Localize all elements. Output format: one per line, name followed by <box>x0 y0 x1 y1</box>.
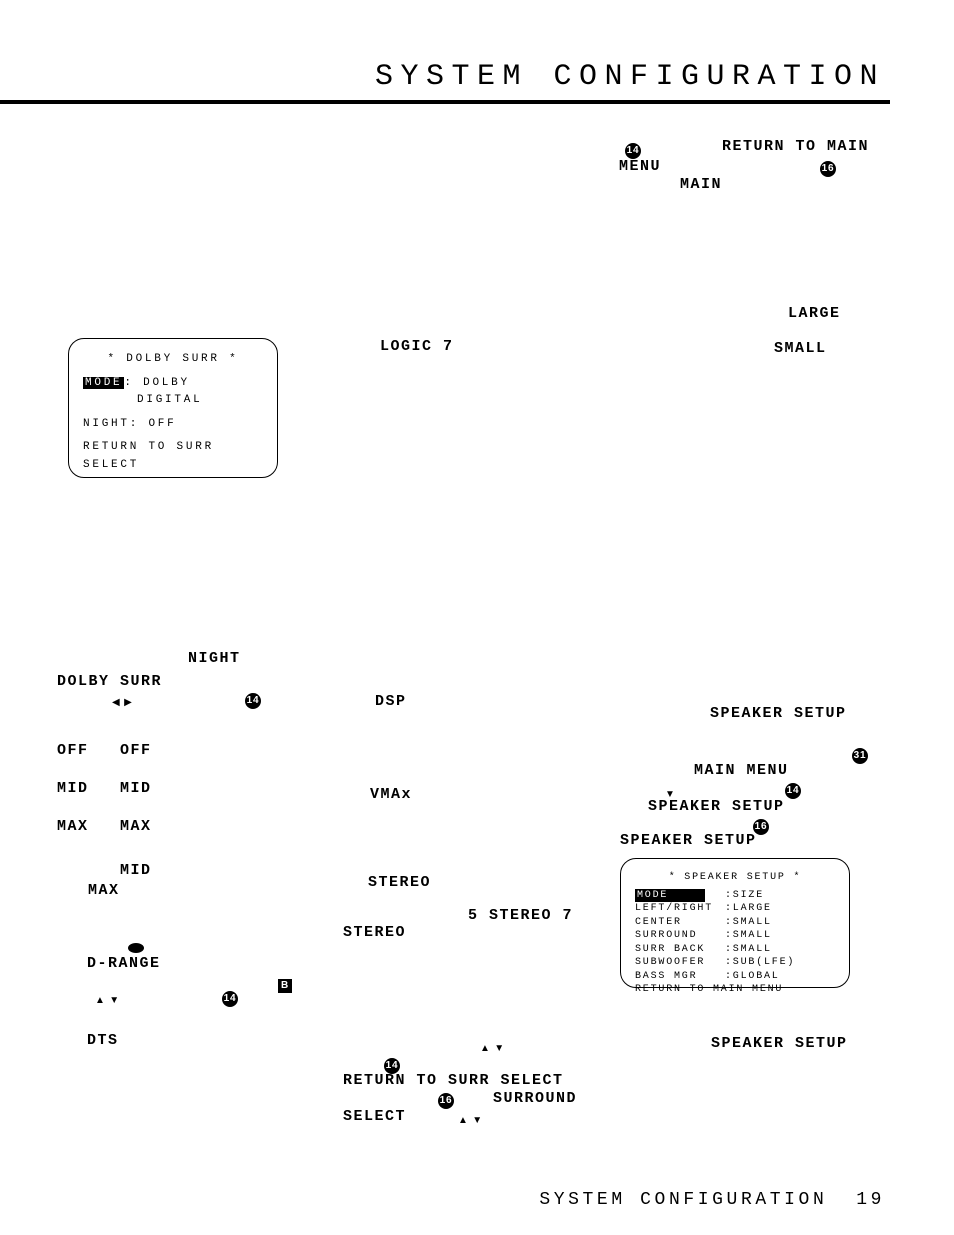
osd2-sub-val: :SUB(LFE) <box>725 957 795 968</box>
up-down-arrows3-icon: ▲ ▼ <box>458 1110 483 1128</box>
night-label: NIGHT <box>188 650 241 667</box>
speaker-setup1-label: SPEAKER SETUP <box>710 705 847 722</box>
drange-label: D-RANGE <box>87 955 161 972</box>
up-down-arrows2-icon: ▲ ▼ <box>480 1038 505 1056</box>
osd2-lr-val: :LARGE <box>725 903 772 914</box>
stereo2-label: STEREO <box>343 924 406 941</box>
select-label: SELECT <box>343 1108 406 1125</box>
max2-label: MAX <box>120 818 152 835</box>
osd2-mode-label: MODE <box>635 889 705 903</box>
page-title: SYSTEM CONFIGURATION <box>0 60 885 94</box>
ref-31-icon: 31 <box>852 748 868 764</box>
menu-label: MENU <box>619 158 661 175</box>
mid3-label: MID <box>120 862 152 879</box>
ref-14-icon: 14 <box>625 143 641 159</box>
horizontal-rule <box>0 100 890 104</box>
page-footer: SYSTEM CONFIGURATION 19 <box>0 1190 885 1210</box>
speaker-setup2-label: SPEAKER SETUP <box>648 798 785 815</box>
osd1-night: NIGHT: OFF <box>83 416 263 434</box>
ref-14b-icon: 14 <box>222 991 238 1007</box>
osd-speaker-setup: * SPEAKER SETUP * MODE :SIZE LEFT/RIGHT:L… <box>620 858 850 988</box>
b-box-icon: B <box>278 979 292 993</box>
osd1-return: RETURN TO SURR SELECT <box>83 439 263 474</box>
dsp-label: DSP <box>375 693 407 710</box>
footer-text: SYSTEM CONFIGURATION <box>539 1190 827 1210</box>
osd2-sback-label: SURR BACK <box>635 943 725 957</box>
footer-page: 19 <box>856 1190 885 1210</box>
ref-14a-icon: 14 <box>245 693 261 709</box>
dts-label: DTS <box>87 1032 119 1049</box>
osd2-center-label: CENTER <box>635 916 725 930</box>
speaker-setup3-label: SPEAKER SETUP <box>620 832 757 849</box>
mid2-label: MID <box>120 780 152 797</box>
max1-label: MAX <box>57 818 89 835</box>
ref-14r-icon: 14 <box>785 783 801 799</box>
osd2-bass-val: :GLOBAL <box>725 971 780 982</box>
osd2-mode-val: :SIZE <box>725 890 764 901</box>
dolby-surr-label: DOLBY SURR <box>57 673 162 690</box>
osd2-sub-label: SUBWOOFER <box>635 956 725 970</box>
large-label: LARGE <box>788 305 841 322</box>
osd2-center-val: :SMALL <box>725 917 772 928</box>
osd2-surr-val: :SMALL <box>725 930 772 941</box>
return-surr-label: RETURN TO SURR SELECT <box>343 1072 564 1089</box>
return-to-main-label: RETURN TO MAIN <box>722 138 869 155</box>
ref-16-icon: 16 <box>820 161 836 177</box>
osd1-mode-val2: DIGITAL <box>83 392 263 410</box>
off2-label: OFF <box>120 742 152 759</box>
osd1-mode-val: : DOLBY <box>124 377 189 389</box>
surround-label: SURROUND <box>493 1090 577 1107</box>
small-label: SMALL <box>774 340 827 357</box>
stereo57-label: 5 STEREO 7 <box>468 907 573 924</box>
osd2-bass-label: BASS MGR <box>635 970 725 984</box>
left-right-arrows-icon: ◀ ▶ <box>112 692 133 710</box>
stereo1-label: STEREO <box>368 874 431 891</box>
osd1-mode-label: MODE <box>83 377 124 389</box>
osd2-sback-val: :SMALL <box>725 944 772 955</box>
osd2-return: RETURN TO MAIN MENU <box>635 983 835 997</box>
osd-dolby-surr: * DOLBY SURR * MODE: DOLBY DIGITAL NIGHT… <box>68 338 278 478</box>
osd2-surr-label: SURROUND <box>635 929 725 943</box>
main-label: MAIN <box>680 176 722 193</box>
up-down-arrows-icon: ▲ ▼ <box>95 990 120 1008</box>
speaker-setup4-label: SPEAKER SETUP <box>711 1035 848 1052</box>
mid1-label: MID <box>57 780 89 797</box>
osd1-header: * DOLBY SURR * <box>83 351 263 369</box>
main-menu-label: MAIN MENU <box>694 762 789 779</box>
osd2-header: * SPEAKER SETUP * <box>635 871 835 885</box>
logic7-label: LOGIC 7 <box>380 338 454 355</box>
ref-16c-icon: 16 <box>438 1093 454 1109</box>
max3-label: MAX <box>88 882 120 899</box>
osd2-lr-label: LEFT/RIGHT <box>635 902 725 916</box>
off1-label: OFF <box>57 742 89 759</box>
vmax-label: VMAx <box>370 786 412 803</box>
